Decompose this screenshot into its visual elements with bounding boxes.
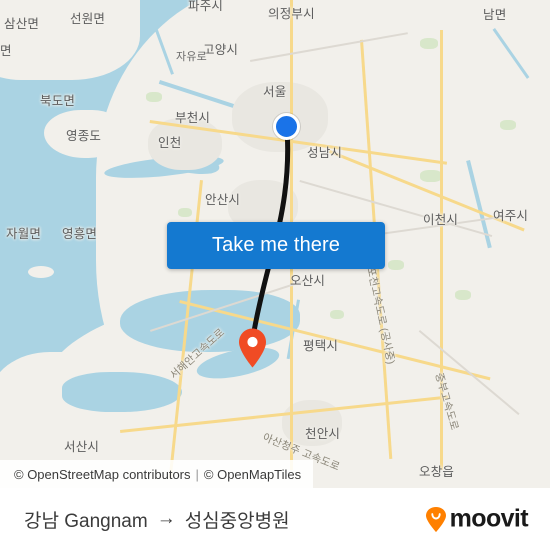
attribution-separator: | (195, 466, 199, 482)
moovit-logo[interactable]: moovit (425, 504, 529, 534)
attribution-osm[interactable]: © OpenStreetMap contributors (14, 467, 191, 482)
take-me-there-label: Take me there (211, 234, 341, 256)
moovit-route-map-card: 선원면 파주시 의정부시 남면 삼산면 고양시 면 자유로 서울 북도면 부천시 영종도 인천 성남시 안산… (0, 0, 550, 550)
footer-bar: 강남 Gangnam → 성심중앙병원 moovit (0, 488, 550, 550)
take-me-there-button[interactable]: Take me there (167, 222, 385, 269)
route-origin-label: 강남 Gangnam (24, 510, 148, 532)
moovit-pin-icon (425, 506, 446, 532)
route-destination-label: 성심중앙병원 (184, 510, 290, 532)
map-attribution: © OpenStreetMap contributors | © OpenMap… (0, 460, 314, 488)
attribution-openmaptiles[interactable]: © OpenMapTiles (204, 467, 301, 482)
origin-marker-icon[interactable] (273, 113, 300, 140)
route-summary: 강남 Gangnam → 성심중앙병원 (24, 506, 290, 533)
moovit-wordmark: moovit (449, 504, 529, 533)
destination-pin-icon[interactable] (238, 328, 267, 368)
route-arrow-icon: → (156, 508, 176, 529)
